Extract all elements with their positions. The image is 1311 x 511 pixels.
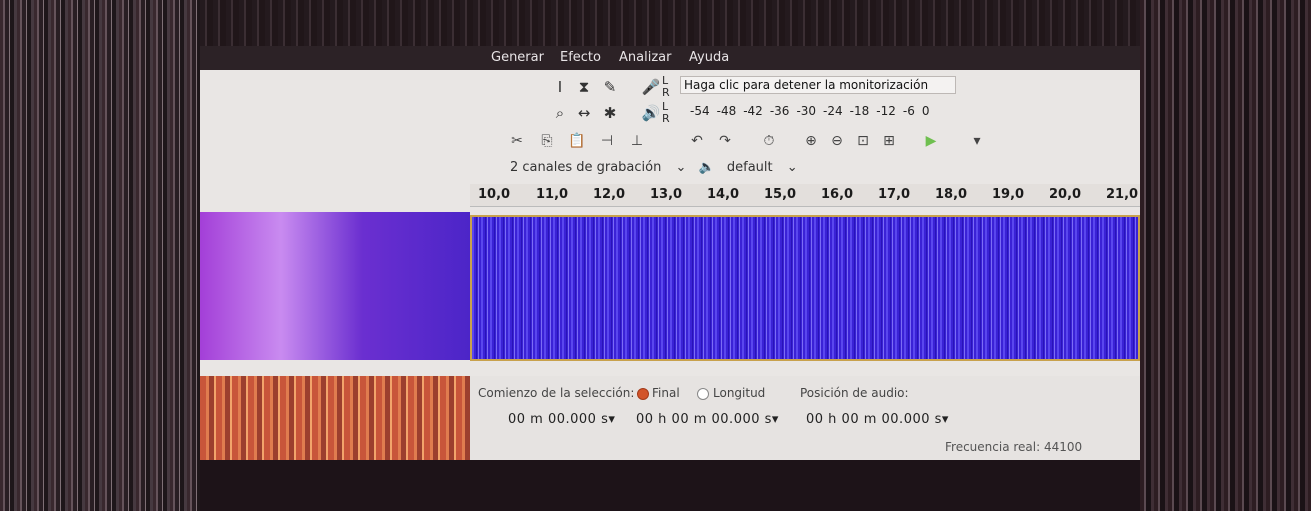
ruler-label: 11,0 [536,187,569,202]
desktop-glitch-top [200,0,1140,46]
record-meter-icon[interactable]: 🎤 [640,76,662,98]
selection-start-time[interactable]: 00 m 00.000 s▾ [508,412,615,427]
waveform-graphic [472,217,1138,359]
copy-icon[interactable]: ⎘ [536,130,558,152]
ruler-label: 18,0 [935,187,968,202]
desktop-glitch-right [1140,0,1311,511]
meter-tick: -30 [796,104,817,118]
playback-channel-r: R [662,112,670,125]
silence-icon[interactable]: ⊥ [626,130,648,152]
selection-end-time[interactable]: 00 h 00 m 00.000 s▾ [636,412,779,427]
multi-tool-icon[interactable]: ✱ [599,102,621,124]
menu-bar: Generar Efecto Analizar Ayuda [200,46,1140,70]
redo-icon[interactable]: ↷ [714,130,736,152]
speed-slider-icon[interactable]: ▾ [966,130,988,152]
sync-lock-icon[interactable]: ⏱ [758,130,780,152]
chevron-down-icon[interactable]: ⌄ [787,160,798,175]
meter-tick: -36 [769,104,790,118]
ruler-label: 14,0 [707,187,740,202]
paste-icon[interactable]: 📋 [566,130,588,152]
menu-ayuda[interactable]: Ayuda [689,50,729,65]
meter-tick: 0 [921,104,930,118]
ruler-label: 19,0 [992,187,1025,202]
tools-toolbar: I ⧗ ✎ ⌕ ↔ ✱ [545,74,645,126]
meter-tick: -42 [743,104,763,118]
end-radio[interactable] [637,388,649,400]
undo-icon[interactable]: ↶ [686,130,708,152]
track-control-panel[interactable] [200,212,470,360]
end-label: Final [652,386,680,400]
trim-icon[interactable]: ⊣ [596,130,618,152]
recording-channels-select[interactable]: 2 canales de grabación [510,160,661,175]
playback-meter-icon[interactable]: 🔊 [640,102,662,124]
chevron-down-icon[interactable]: ⌄ [676,160,687,175]
ruler-label: 13,0 [650,187,683,202]
meter-toolbar: 🎤 L R Haga clic para detener la monitori… [640,74,956,126]
output-device-select[interactable]: default [727,160,773,175]
menu-generar[interactable]: Generar [491,50,544,65]
draw-tool-icon[interactable]: ✎ [599,76,621,98]
waveform-area[interactable] [470,215,1140,361]
meter-tick: -6 [902,104,915,118]
selection-start-label: Comienzo de la selección: [478,386,635,400]
audio-track [200,212,1140,361]
end-time-value: 00 h 00 m 00.000 s [636,412,772,427]
audio-position-label: Posición de audio: [800,386,909,400]
ruler-label: 20,0 [1049,187,1082,202]
edit-toolbar: ✂ ⎘ 📋 ⊣ ⊥ ↶ ↷ ⏱ ⊕ ⊖ ⊡ ⊞ ▶ ▾ [500,130,980,152]
ruler-label: 17,0 [878,187,911,202]
meter-tick: -54 [690,104,710,118]
chevron-down-icon[interactable]: ▾ [608,412,615,427]
ruler-label: 15,0 [764,187,797,202]
chevron-down-icon[interactable]: ▾ [772,412,779,427]
selection-glitch-area [200,376,470,460]
audio-position-time[interactable]: 00 h 00 m 00.000 s▾ [806,412,949,427]
ruler-label: 10,0 [478,187,511,202]
zoom-tool-icon[interactable]: ⌕ [549,102,571,124]
play-at-speed-icon[interactable]: ▶ [920,130,942,152]
envelope-tool-icon[interactable]: ⧗ [573,76,595,98]
selection-tool-icon[interactable]: I [549,76,571,98]
actual-rate-status: Frecuencia real: 44100 [945,440,1083,454]
selection-toolbar: Comienzo de la selección: Final Longitud… [200,376,1140,460]
menu-efecto[interactable]: Efecto [560,50,601,65]
meter-scale: -54 -48 -42 -36 -30 -24 -18 -12 -6 0 [690,104,936,118]
meter-tick: -18 [849,104,870,118]
meter-tick: -48 [716,104,737,118]
ruler-label: 12,0 [593,187,626,202]
chevron-down-icon[interactable]: ▾ [942,412,949,427]
ruler-label: 16,0 [821,187,854,202]
audacity-window: I ⧗ ✎ ⌕ ↔ ✱ 🎤 L R Haga clic para detener… [200,70,1140,460]
monitor-toggle[interactable]: Haga clic para detener la monitorización [680,76,956,94]
ruler-label: 21,0 [1106,187,1139,202]
fit-project-icon[interactable]: ⊞ [878,130,900,152]
meter-tick: -12 [876,104,896,118]
device-toolbar: 2 canales de grabación ⌄ 🔈 default ⌄ [510,160,798,180]
start-time-value: 00 m 00.000 s [508,412,609,427]
length-radio[interactable] [697,388,709,400]
speaker-icon: 🔈 [698,160,715,175]
position-time-value: 00 h 00 m 00.000 s [806,412,942,427]
cut-icon[interactable]: ✂ [506,130,528,152]
zoom-out-icon[interactable]: ⊖ [826,130,848,152]
timeshift-tool-icon[interactable]: ↔ [573,102,595,124]
record-channel-r: R [662,86,670,99]
length-label: Longitud [713,386,766,400]
menu-analizar[interactable]: Analizar [619,50,671,65]
fit-selection-icon[interactable]: ⊡ [852,130,874,152]
zoom-in-icon[interactable]: ⊕ [800,130,822,152]
meter-tick: -24 [823,104,843,118]
timeline-ruler[interactable]: 10,0 11,0 12,0 13,0 14,0 15,0 16,0 17,0 … [470,184,1140,207]
desktop-glitch-left [0,0,200,511]
